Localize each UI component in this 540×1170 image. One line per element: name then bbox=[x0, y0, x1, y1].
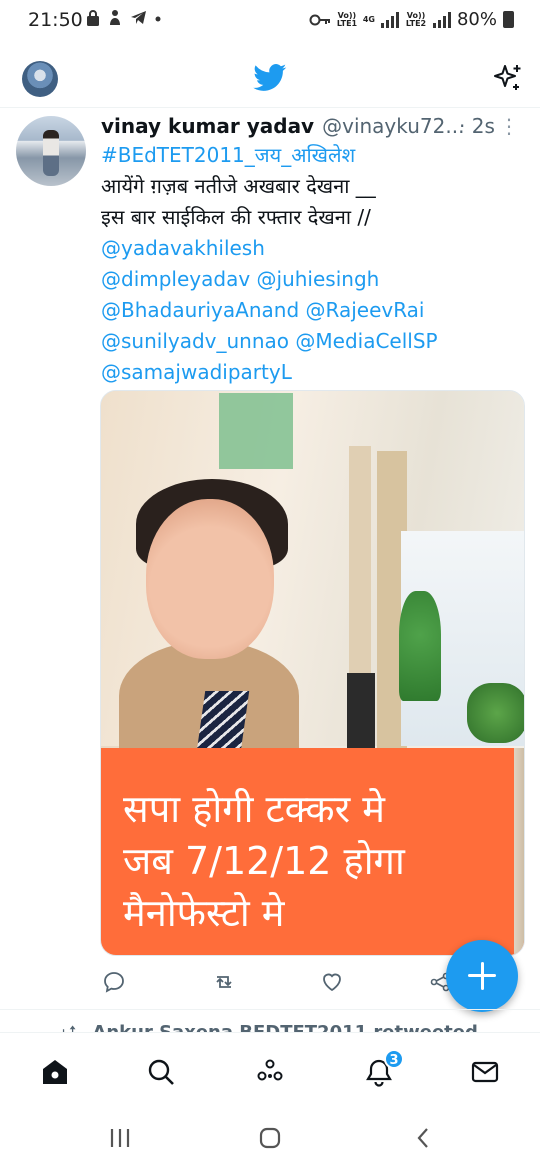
photo-shadow bbox=[347, 673, 375, 748]
battery-icon bbox=[503, 11, 514, 28]
retweet-icon[interactable] bbox=[212, 970, 236, 994]
tweet-line-1: आयेंगे ग़ज़ब नतीजे अखबार देखना __ bbox=[101, 174, 376, 198]
tweet-author-name[interactable]: vinay kumar yadav bbox=[101, 114, 314, 138]
status-time: 21:50 bbox=[28, 9, 83, 31]
net-type: 4G bbox=[362, 14, 375, 24]
system-navigation-bar bbox=[0, 1108, 540, 1170]
mention-line-4[interactable]: @sunilyadv_unnao @MediaCellSP bbox=[101, 326, 521, 357]
search-icon[interactable] bbox=[146, 1057, 176, 1087]
reply-icon[interactable] bbox=[102, 970, 126, 994]
home-icon[interactable] bbox=[40, 1057, 70, 1087]
signal-icon bbox=[380, 11, 399, 28]
mention-line-5[interactable]: @samajwadipartyL bbox=[101, 357, 521, 388]
tweet-author-avatar[interactable] bbox=[16, 116, 86, 186]
sparkle-icon[interactable] bbox=[492, 62, 524, 94]
recent-apps-icon[interactable] bbox=[108, 1126, 132, 1150]
home-button-icon[interactable] bbox=[258, 1126, 282, 1150]
status-right: Vo)) LTE1 4G Vo)) LTE2 80% bbox=[309, 9, 514, 30]
spaces-icon[interactable] bbox=[255, 1057, 285, 1087]
compose-tweet-button[interactable] bbox=[446, 940, 518, 1012]
sim2-label: Vo)) LTE2 bbox=[405, 10, 427, 28]
telegram-icon bbox=[131, 11, 146, 24]
twitter-bird-icon[interactable] bbox=[253, 64, 287, 92]
media-banner-text: सपा होगी टक्कर मे जब 7/12/12 होगा मैनोफे… bbox=[123, 783, 503, 939]
photo-boy-tie bbox=[196, 691, 250, 751]
back-icon[interactable] bbox=[412, 1126, 436, 1150]
like-icon[interactable] bbox=[320, 970, 344, 994]
media-banner-edge bbox=[514, 748, 524, 955]
media-text-line-2: जब 7/12/12 होगा bbox=[123, 839, 405, 883]
messages-icon[interactable] bbox=[470, 1057, 500, 1087]
photo-plants bbox=[467, 683, 524, 743]
divider bbox=[0, 1009, 540, 1010]
bottom-navigation: 3 bbox=[0, 1032, 540, 1108]
tweet-text: #BEdTET2011_जय_अखिलेश आयेंगे ग़ज़ब नतीजे… bbox=[101, 140, 521, 388]
lock-icon bbox=[87, 10, 99, 26]
photo-boy-face bbox=[146, 499, 274, 659]
battery-level: 80% bbox=[456, 9, 497, 30]
tweet-time: · 2s bbox=[459, 114, 495, 138]
tweet-author-handle[interactable]: @vinayku72... bbox=[322, 114, 464, 138]
app-header bbox=[0, 42, 540, 108]
tweet-line-2: इस बार साईकिल की रफ्तार देखना // bbox=[101, 205, 371, 229]
mention-line-1[interactable]: @yadavakhilesh bbox=[101, 233, 521, 264]
status-left-icons bbox=[86, 9, 162, 26]
plus-icon-vertical bbox=[480, 962, 484, 990]
media-text-line-1: सपा होगी टक्कर मे bbox=[123, 787, 385, 831]
signal-icon-2 bbox=[432, 11, 451, 28]
tweet-media-image[interactable]: सपा होगी टक्कर मे जब 7/12/12 होगा मैनोफे… bbox=[100, 390, 525, 956]
avatar[interactable] bbox=[22, 61, 58, 97]
tweet-header: vinay kumar yadav @vinayku72... · 2s ⋮ bbox=[101, 112, 521, 140]
status-bar: 21:50 Vo)) LTE1 4G Vo)) LTE2 80% bbox=[0, 0, 540, 40]
key-icon bbox=[309, 14, 330, 25]
notification-badge: 3 bbox=[384, 1049, 404, 1069]
mention-line-3[interactable]: @BhadauriyaAnand @RajeevRai bbox=[101, 295, 521, 326]
more-options-icon[interactable]: ⋮ bbox=[499, 114, 519, 138]
photo-tree bbox=[399, 591, 441, 701]
sim1-label: Vo)) LTE1 bbox=[336, 10, 358, 28]
dot-icon bbox=[155, 16, 161, 22]
hashtag-link[interactable]: #BEdTET2011_जय_अखिलेश bbox=[101, 140, 521, 171]
photo-window bbox=[219, 393, 293, 469]
media-text-line-3: मैनोफेस्टो मे bbox=[123, 891, 285, 935]
wifi-call-icon bbox=[110, 10, 120, 25]
mention-line-2[interactable]: @dimpleyadav @juhiesingh bbox=[101, 264, 521, 295]
